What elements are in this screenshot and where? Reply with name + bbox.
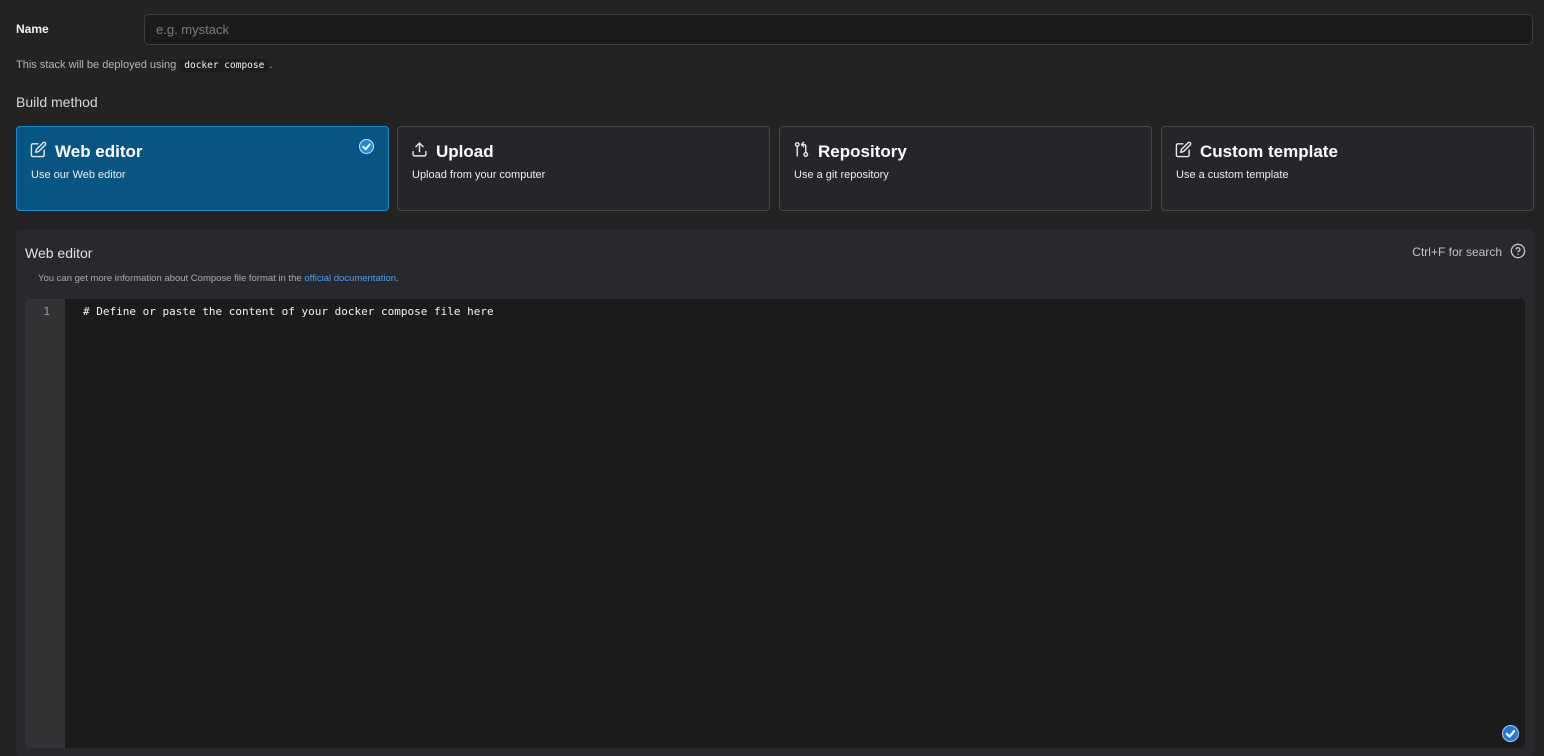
deploy-command: docker compose — [180, 59, 269, 72]
build-method-title: Build method — [16, 94, 98, 110]
build-option-title: Web editor — [55, 142, 143, 161]
build-option-description: Use a custom template — [1176, 169, 1289, 181]
deploy-note: This stack will be deployed using docker… — [16, 59, 273, 72]
web-editor-title: Web editor — [25, 245, 93, 261]
edit-icon — [30, 141, 47, 158]
valid-check-icon — [1502, 725, 1519, 742]
deploy-note-prefix: This stack will be deployed using — [16, 59, 177, 71]
upload-icon — [411, 141, 428, 158]
build-option-description: Upload from your computer — [412, 169, 546, 181]
name-label: Name — [16, 22, 49, 36]
code-editor[interactable]: 1 # Define or paste the content of your … — [25, 299, 1525, 748]
deploy-note-suffix: . — [269, 59, 273, 71]
build-option-title: Upload — [436, 142, 494, 161]
build-option-web-editor[interactable]: Web editor Use our Web editor — [16, 126, 389, 211]
doc-note-prefix: You can get more information about Compo… — [38, 273, 302, 284]
search-hint: Ctrl+F for search — [1412, 245, 1502, 259]
build-option-custom-template[interactable]: Custom template Use a custom template — [1161, 126, 1534, 211]
selected-check-icon — [359, 139, 374, 154]
build-option-title: Custom template — [1200, 142, 1338, 161]
edit-icon — [1175, 141, 1192, 158]
create-stack-form: Name This stack will be deployed using d… — [0, 0, 1544, 756]
help-circle-icon[interactable] — [1510, 243, 1526, 259]
code-line[interactable]: # Define or paste the content of your do… — [83, 305, 494, 318]
documentation-note: You can get more information about Compo… — [38, 273, 399, 284]
build-option-description: Use our Web editor — [31, 169, 126, 181]
doc-note-suffix: . — [396, 273, 399, 284]
web-editor-panel: Web editor Ctrl+F for search You can get… — [16, 229, 1534, 756]
build-option-description: Use a git repository — [794, 169, 889, 181]
build-option-title: Repository — [818, 142, 907, 161]
official-documentation-link[interactable]: official documentation — [304, 273, 396, 284]
line-number: 1 — [43, 305, 50, 318]
name-input[interactable] — [144, 14, 1533, 45]
editor-gutter: 1 — [25, 299, 65, 748]
build-option-repository[interactable]: Repository Use a git repository — [779, 126, 1152, 211]
build-option-upload[interactable]: Upload Upload from your computer — [397, 126, 770, 211]
git-pull-request-icon — [793, 141, 810, 158]
